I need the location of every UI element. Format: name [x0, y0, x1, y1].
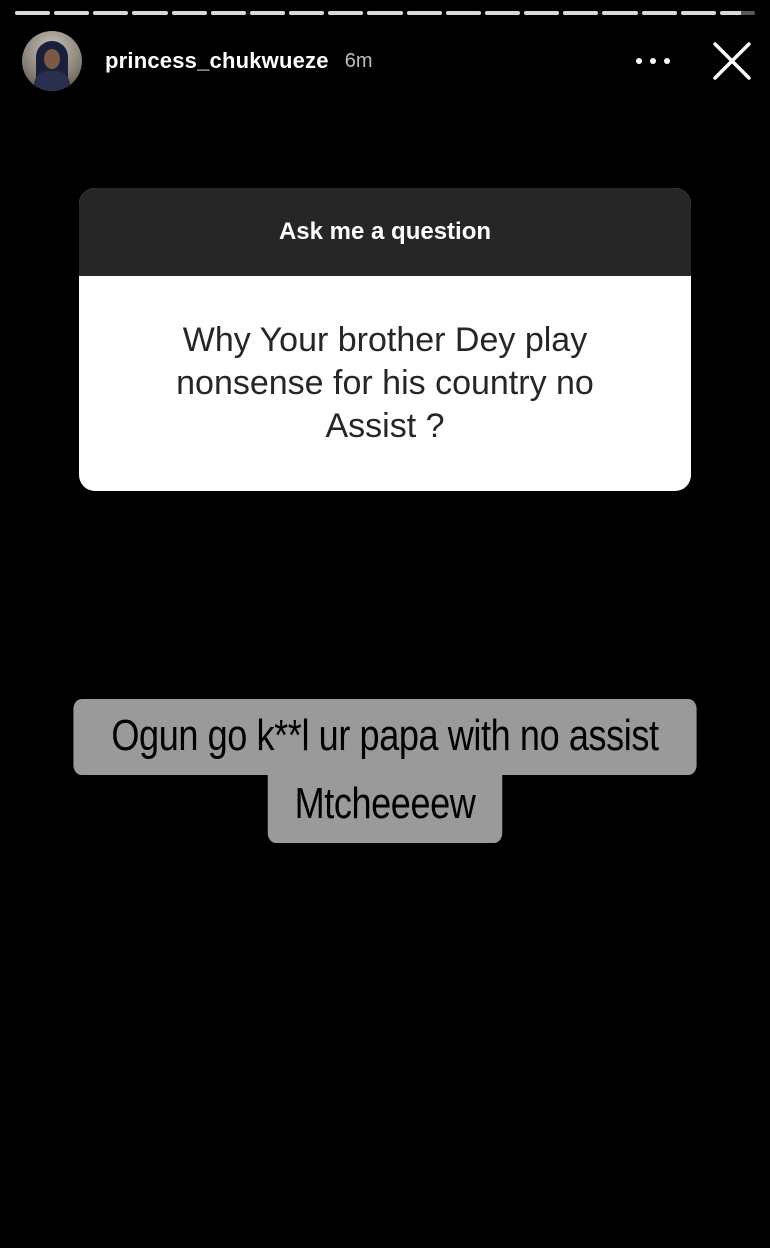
caption-line-1-wrap: Ogun go k**l ur papa with no assist [0, 699, 770, 775]
dot [650, 58, 656, 64]
progress-segment [524, 11, 560, 15]
progress-segment [445, 11, 481, 15]
progress-segment-fill [445, 11, 481, 15]
progress-segment-fill [680, 11, 716, 15]
progress-segment-fill [249, 11, 286, 15]
dot [664, 58, 670, 64]
progress-segment [93, 11, 129, 15]
progress-segment-fill [93, 11, 129, 15]
progress-segment [602, 11, 638, 15]
question-text: Why Your brother Dey play nonsense for h… [176, 321, 594, 445]
progress-segment [132, 11, 168, 15]
question-sticker[interactable]: Ask me a question Why Your brother Dey p… [79, 188, 691, 491]
progress-segment [367, 11, 403, 15]
progress-segment [719, 11, 755, 15]
progress-segment [249, 11, 286, 15]
avatar-body [34, 71, 70, 91]
caption-line-1: Ogun go k**l ur papa with no assist [73, 699, 697, 775]
close-icon[interactable] [712, 41, 752, 81]
username[interactable]: princess_chukwueze [105, 48, 329, 74]
story-progress-bar [15, 11, 755, 15]
dot [636, 58, 642, 64]
story-header: princess_chukwueze 6m [22, 30, 752, 92]
question-sticker-body: Why Your brother Dey play nonsense for h… [79, 276, 691, 491]
progress-segment [328, 11, 364, 15]
progress-segment-fill [132, 11, 168, 15]
progress-segment [15, 11, 51, 15]
progress-segment-fill [524, 11, 560, 15]
more-horizontal-icon[interactable] [636, 51, 670, 71]
progress-segment [54, 11, 90, 15]
progress-segment-fill [15, 11, 51, 15]
avatar-face [44, 49, 60, 69]
progress-segment-fill [719, 11, 741, 15]
progress-segment-fill [210, 11, 246, 15]
progress-segment-fill [54, 11, 90, 15]
progress-segment [563, 11, 599, 15]
avatar[interactable] [22, 31, 82, 91]
progress-segment-fill [289, 11, 325, 15]
caption-line-2: Mtcheeeew [267, 773, 503, 843]
progress-segment [171, 11, 207, 15]
question-sticker-title: Ask me a question [79, 188, 691, 276]
progress-segment-fill [328, 11, 364, 15]
story-caption: Ogun go k**l ur papa with no assist Mtch… [0, 699, 770, 843]
progress-segment-fill [171, 11, 207, 15]
progress-segment [210, 11, 246, 15]
progress-segment [484, 11, 521, 15]
progress-segment-fill [484, 11, 521, 15]
progress-segment [680, 11, 716, 15]
progress-segment [406, 11, 442, 15]
progress-segment-fill [367, 11, 403, 15]
time-ago: 6m [344, 49, 373, 72]
progress-segment-fill [563, 11, 599, 15]
progress-segment [289, 11, 325, 15]
progress-segment-fill [406, 11, 442, 15]
progress-segment [641, 11, 677, 15]
progress-segment-fill [602, 11, 638, 15]
progress-segment-fill [641, 11, 677, 15]
caption-line-2-wrap: Mtcheeeew [0, 773, 770, 843]
